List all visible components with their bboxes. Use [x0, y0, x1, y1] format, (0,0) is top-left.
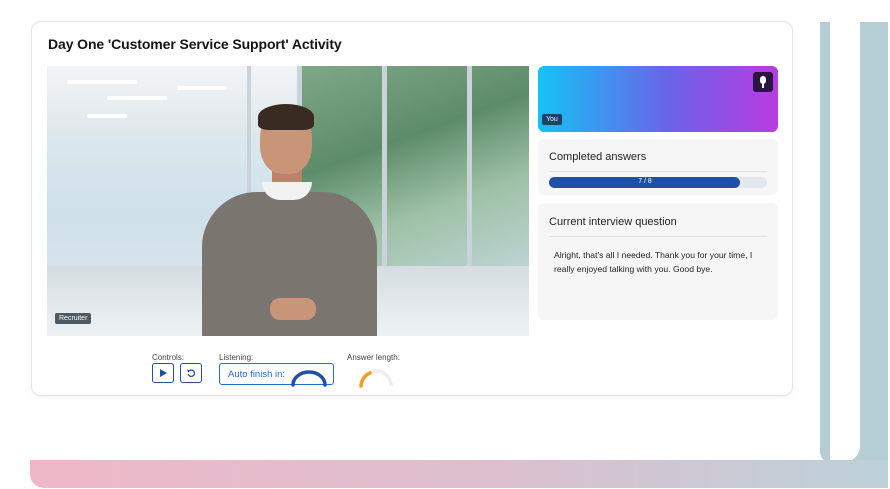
- answers-progress-text: 7 / 8: [638, 178, 652, 185]
- self-view-panel: You: [538, 66, 778, 132]
- auto-finish-indicator[interactable]: Auto finish in:: [219, 363, 334, 387]
- play-icon: [160, 369, 167, 377]
- decorative-side-notch: [830, 22, 860, 462]
- current-question-heading: Current interview question: [549, 216, 677, 228]
- listening-label: Listening:: [219, 353, 254, 362]
- answers-progress-bar: 7 / 8: [549, 177, 767, 188]
- recruiter-avatar: [202, 104, 382, 336]
- avatar-hair: [258, 104, 314, 130]
- answer-length-gauge: [359, 369, 393, 388]
- current-question-text: Alright, that's all I needed. Thank you …: [554, 250, 753, 274]
- mic-body: [760, 76, 766, 84]
- replay-button[interactable]: [180, 363, 202, 383]
- page-title: Day One 'Customer Service Support' Activ…: [48, 36, 342, 52]
- completed-answers-panel: Completed answers 7 / 8: [538, 139, 778, 195]
- ceiling-light: [87, 114, 127, 118]
- you-tag: You: [542, 114, 562, 125]
- auto-finish-timer-arc: [291, 370, 327, 387]
- mic-stand: [762, 84, 764, 88]
- play-button[interactable]: [152, 363, 174, 383]
- replay-icon: [187, 369, 196, 378]
- recruiter-video: Recruiter: [47, 66, 529, 336]
- page: Day One 'Customer Service Support' Activ…: [0, 0, 890, 489]
- controls-label: Controls:: [152, 353, 185, 362]
- answer-length-label: Answer length:: [347, 353, 400, 362]
- activity-card: Day One 'Customer Service Support' Activ…: [31, 21, 793, 396]
- microphone-icon[interactable]: [753, 72, 773, 92]
- auto-finish-label: Auto finish in:: [228, 369, 286, 380]
- recruiter-tag: Recruiter: [55, 313, 92, 324]
- ceiling-light: [67, 80, 137, 84]
- ceiling-light: [177, 86, 227, 90]
- current-question-panel: Current interview question Alright, that…: [538, 203, 778, 320]
- divider: [549, 171, 767, 172]
- decorative-bottom-band: [30, 460, 888, 488]
- avatar-hands: [270, 298, 316, 320]
- ceiling-light: [107, 96, 167, 100]
- divider: [549, 236, 767, 237]
- completed-answers-heading: Completed answers: [549, 151, 647, 163]
